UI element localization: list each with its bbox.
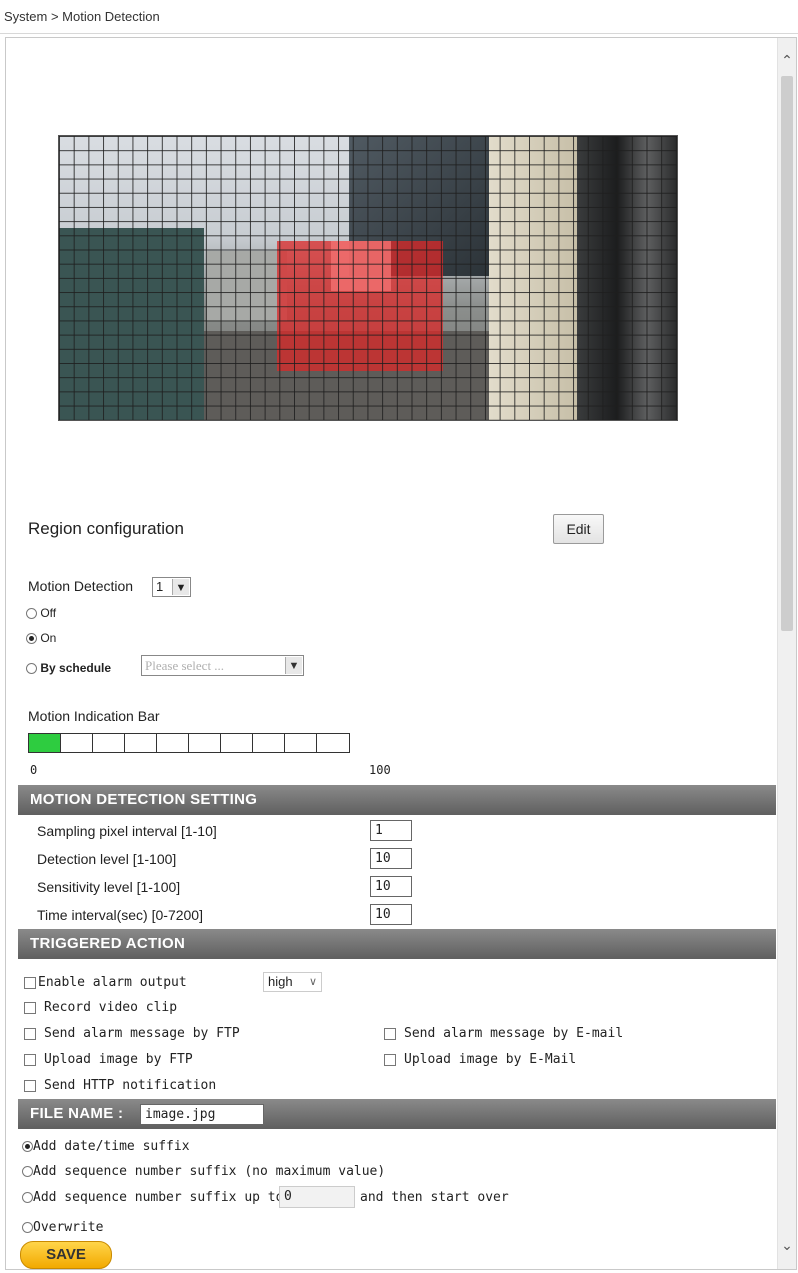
save-button[interactable]: SAVE (20, 1241, 112, 1269)
indication-bar-min: 0 (30, 763, 38, 777)
scroll-down-arrow-icon[interactable]: ⌄ (778, 1235, 796, 1255)
vertical-scrollbar[interactable]: ⌃ ⌄ (777, 38, 796, 1269)
breadcrumb: System > Motion Detection (0, 0, 798, 34)
mode-on-radio[interactable] (26, 633, 37, 645)
enable-alarm-label: Enable alarm output (38, 975, 187, 990)
file-name-input[interactable]: image.jpg (140, 1104, 264, 1125)
motion-detection-select-value: 1 (156, 579, 164, 594)
file-name-title: FILE NAME : (30, 1105, 124, 1122)
alarm-level-select[interactable]: high ∨ (263, 972, 322, 992)
indication-bar-max: 100 (369, 763, 391, 777)
upload-ftp-label: Upload image by FTP (44, 1052, 193, 1067)
sampling-pixel-interval-label: Sampling pixel interval [1-10] (37, 823, 217, 839)
overwrite-radio[interactable] (22, 1222, 33, 1233)
mode-schedule-label: By schedule (40, 661, 112, 675)
time-interval-label: Time interval(sec) [0-7200] (37, 907, 203, 923)
indication-bar-cell (317, 734, 349, 752)
http-notify-label: Send HTTP notification (44, 1078, 217, 1093)
indication-bar-cell (125, 734, 157, 752)
triggered-action-header: TRIGGERED ACTION (18, 929, 776, 959)
indication-bar-cell (157, 734, 189, 752)
sequence-upto-after-label: and then start over (360, 1190, 509, 1205)
motion-detection-select[interactable]: 1 ▼ (152, 577, 191, 597)
motion-indication-bar (28, 733, 350, 753)
mode-schedule-radio[interactable] (26, 663, 37, 675)
file-name-header: FILE NAME : (18, 1099, 776, 1129)
motion-indication-bar-label: Motion Indication Bar (28, 708, 160, 724)
http-notify-checkbox[interactable] (24, 1080, 36, 1092)
sensitivity-level-input[interactable]: 10 (370, 876, 412, 897)
mode-off-option[interactable]: Off (26, 606, 56, 620)
time-interval-input[interactable]: 10 (370, 904, 412, 925)
indication-bar-cell (285, 734, 317, 752)
indication-bar-cell (253, 734, 285, 752)
indication-bar-cell-active (29, 734, 61, 752)
chevron-down-icon: ▼ (285, 657, 302, 674)
mode-on-label: On (40, 631, 57, 645)
datetime-suffix-radio[interactable] (22, 1141, 33, 1152)
sequence-upto-input[interactable]: 0 (279, 1186, 355, 1208)
mode-on-option[interactable]: On (26, 631, 56, 645)
ftp-message-label: Send alarm message by FTP (44, 1026, 240, 1041)
indication-bar-cell (93, 734, 125, 752)
datetime-suffix-option[interactable]: Add date/time suffix (22, 1139, 190, 1154)
mode-off-radio[interactable] (26, 608, 37, 620)
sequence-upto-label: Add sequence number suffix up to (33, 1190, 284, 1205)
ftp-message-checkbox[interactable] (24, 1028, 36, 1040)
sampling-pixel-interval-input[interactable]: 1 (370, 820, 412, 841)
mode-off-label: Off (40, 606, 57, 620)
overwrite-option[interactable]: Overwrite (22, 1220, 103, 1235)
sequence-upto-option[interactable]: Add sequence number suffix up to (22, 1190, 283, 1205)
upload-email-checkbox[interactable] (384, 1054, 396, 1066)
detection-level-label: Detection level [1-100] (37, 851, 177, 867)
chevron-down-icon: ∨ (308, 976, 317, 988)
detection-grid-overlay[interactable] (59, 136, 677, 420)
email-message-checkbox[interactable] (384, 1028, 396, 1040)
scroll-thumb[interactable] (781, 76, 793, 631)
region-configuration-label: Region configuration (28, 519, 184, 538)
indication-bar-cell (189, 734, 221, 752)
enable-alarm-checkbox[interactable] (24, 977, 36, 989)
camera-preview-grid[interactable] (58, 135, 678, 421)
record-video-checkbox[interactable] (24, 1002, 36, 1014)
sequence-upto-radio[interactable] (22, 1192, 33, 1203)
sequence-suffix-label: Add sequence number suffix (no maximum v… (33, 1164, 386, 1179)
chevron-down-icon: ▼ (172, 579, 189, 595)
alarm-level-value: high (268, 974, 293, 989)
schedule-select[interactable]: Please select ... ▼ (141, 655, 304, 676)
sequence-suffix-option[interactable]: Add sequence number suffix (no maximum v… (22, 1164, 385, 1179)
overwrite-label: Overwrite (33, 1220, 104, 1235)
scroll-up-arrow-icon[interactable]: ⌃ (778, 50, 796, 70)
indication-bar-cell (61, 734, 93, 752)
detection-level-input[interactable]: 10 (370, 848, 412, 869)
content-frame: ⌃ ⌄ Region configuration Edit Motion Det… (5, 37, 797, 1270)
upload-ftp-checkbox[interactable] (24, 1054, 36, 1066)
schedule-select-placeholder: Please select ... (145, 658, 225, 673)
indication-bar-cell (221, 734, 253, 752)
sensitivity-level-label: Sensitivity level [1-100] (37, 879, 181, 895)
motion-detection-label: Motion Detection (28, 578, 134, 594)
upload-email-label: Upload image by E-Mail (404, 1052, 577, 1067)
sequence-suffix-radio[interactable] (22, 1166, 33, 1177)
edit-button[interactable]: Edit (553, 514, 604, 544)
mode-schedule-option[interactable]: By schedule (26, 661, 111, 675)
datetime-suffix-label: Add date/time suffix (33, 1139, 190, 1154)
motion-detection-setting-header: MOTION DETECTION SETTING (18, 785, 776, 815)
email-message-label: Send alarm message by E-mail (404, 1026, 624, 1041)
record-video-label: Record video clip (44, 1000, 178, 1015)
